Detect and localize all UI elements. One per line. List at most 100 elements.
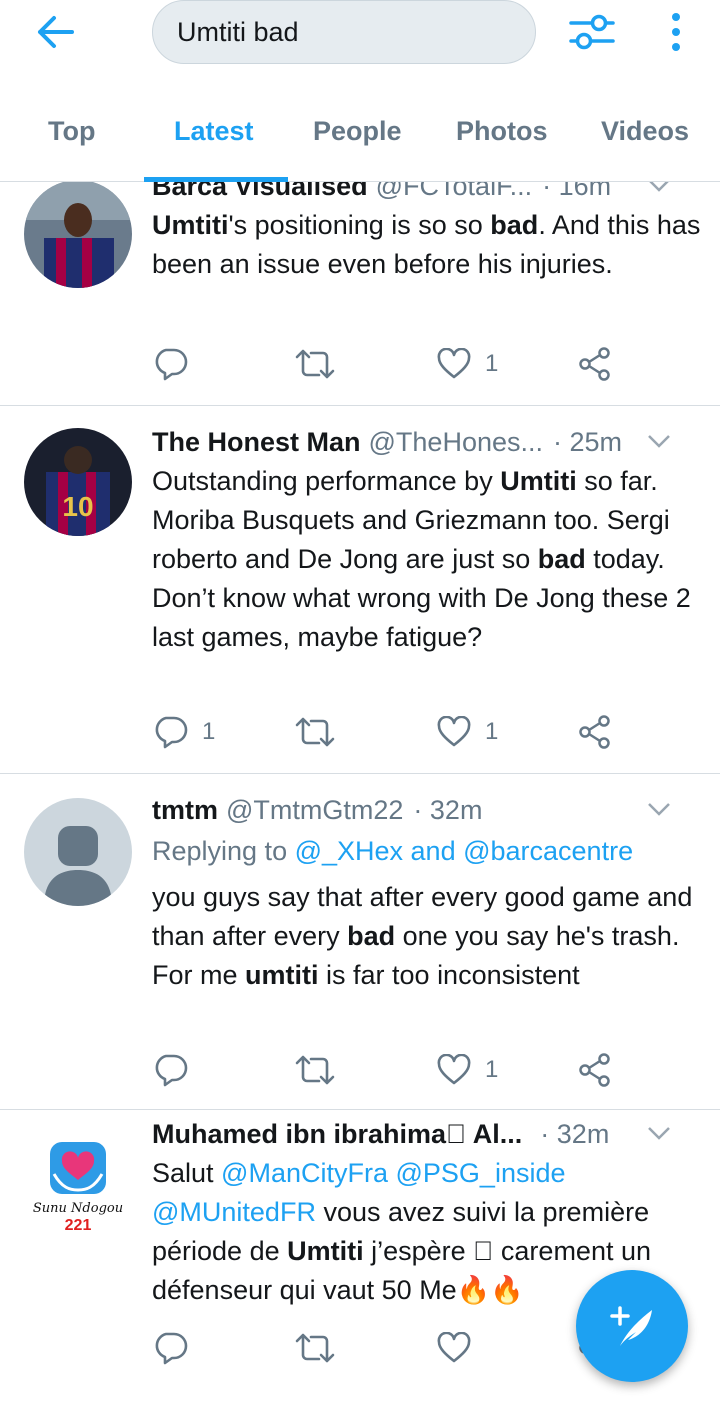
text-segment — [388, 1158, 396, 1188]
share-button[interactable] — [578, 1050, 612, 1090]
tweet[interactable]: 10 The Honest Man @TheHones... · 25m Out… — [0, 406, 720, 774]
highlighted-keyword: bad — [347, 921, 396, 951]
like-count: 1 — [485, 1056, 499, 1083]
chevron-down-icon[interactable] — [646, 428, 672, 454]
tweet-actions: 1 — [152, 1050, 622, 1090]
retweet-icon — [295, 1055, 335, 1085]
reply-count: 1 — [202, 718, 216, 745]
like-icon — [437, 1332, 471, 1363]
tweet-text: Outstanding performance by Umtiti so far… — [152, 462, 702, 657]
timestamp: · 16m — [542, 182, 612, 201]
filter-sliders-icon[interactable] — [566, 8, 618, 56]
text-segment: 's positioning is so so — [228, 210, 491, 240]
retweet-icon — [295, 1333, 335, 1363]
tweet-text: Umtiti's positioning is so so bad. And t… — [152, 206, 702, 284]
chevron-down-icon[interactable] — [646, 796, 672, 822]
like-button[interactable]: 1 — [437, 1050, 498, 1090]
search-input[interactable]: Umtiti bad — [152, 0, 536, 64]
avatar[interactable]: Sunu Ndogou 221 — [24, 1134, 132, 1242]
top-bar: Umtiti bad Top Latest People Photos Vide… — [0, 0, 720, 182]
user-handle: @TmtmGtm22 — [226, 794, 404, 825]
like-icon — [437, 716, 471, 747]
tweet-header: Barca Visualised @FCTotalF... · 16m — [152, 182, 700, 204]
tab-videos[interactable]: Videos — [601, 116, 689, 147]
svg-text:10: 10 — [62, 491, 93, 522]
text-segment: Salut — [152, 1158, 222, 1188]
retweet-button[interactable] — [295, 1328, 335, 1368]
share-icon — [579, 347, 610, 381]
back-arrow-icon[interactable] — [30, 10, 82, 54]
share-icon — [579, 715, 610, 749]
tweet[interactable]: tmtm @TmtmGtm22 · 32m Replying to @_XHex… — [0, 774, 720, 1110]
like-count: 1 — [485, 718, 499, 745]
tweet-header: The Honest Man @TheHones... · 25m — [152, 424, 700, 460]
mention-link[interactable]: @ManCityFra — [221, 1158, 388, 1188]
reply-button[interactable] — [152, 1328, 202, 1368]
retweet-button[interactable] — [295, 344, 335, 384]
replying-to-label: Replying to — [152, 836, 295, 866]
compose-tweet-button[interactable] — [576, 1270, 688, 1382]
tab-top[interactable]: Top — [48, 116, 95, 147]
svg-text:221: 221 — [65, 1217, 92, 1234]
svg-text:Sunu Ndogou: Sunu Ndogou — [33, 1201, 123, 1216]
tweet-text: you guys say that after every good game … — [152, 878, 702, 995]
reply-icon — [155, 348, 188, 381]
reply-button[interactable] — [152, 344, 202, 384]
compose-tweet-icon — [610, 1306, 652, 1346]
highlighted-keyword: bad — [537, 544, 586, 574]
tab-latest[interactable]: Latest — [174, 116, 254, 147]
avatar[interactable] — [24, 182, 132, 288]
timestamp: · 32m — [540, 1118, 610, 1149]
search-query: Umtiti bad — [177, 16, 299, 47]
more-vertical-icon[interactable] — [660, 8, 692, 56]
highlighted-keyword: Umtiti — [152, 210, 229, 240]
display-name[interactable]: Muhamed ibn ibrahima🏽 Al... — [152, 1119, 522, 1150]
display-name[interactable]: The Honest Man — [152, 427, 361, 458]
replying-to-users[interactable]: @_XHex and @barcacentre — [295, 836, 634, 866]
display-name[interactable]: Barca Visualised — [152, 182, 368, 202]
like-button[interactable]: 1 — [437, 712, 498, 752]
retweet-icon — [295, 349, 335, 379]
active-tab-indicator — [144, 177, 288, 182]
mention-link[interactable]: @PSG_inside — [396, 1158, 566, 1188]
display-name[interactable]: tmtm — [152, 795, 218, 826]
retweet-button[interactable] — [295, 1050, 335, 1090]
retweet-button[interactable] — [295, 712, 335, 752]
avatar[interactable] — [24, 798, 132, 906]
tweet-header: tmtm @TmtmGtm22 · 32m — [152, 792, 700, 828]
search-tabs: Top Latest People Photos Videos — [0, 100, 720, 182]
like-count: 1 — [485, 350, 499, 377]
share-button[interactable] — [578, 344, 612, 384]
highlighted-keyword: Umtiti — [287, 1236, 364, 1266]
share-button[interactable] — [578, 712, 612, 752]
tab-photos[interactable]: Photos — [456, 116, 548, 147]
user-handle: @FCTotalF... — [375, 182, 533, 201]
reply-button[interactable]: 1 — [152, 712, 215, 752]
tweet-feed[interactable]: Barca Visualised @FCTotalF... · 16m Umti… — [0, 182, 720, 1401]
text-segment: Outstanding performance by — [152, 466, 501, 496]
user-handle: @TheHones... — [368, 426, 544, 457]
share-icon — [579, 1053, 610, 1087]
highlighted-keyword: bad — [490, 210, 539, 240]
like-button[interactable]: 1 — [437, 344, 498, 384]
tab-people[interactable]: People — [313, 116, 402, 147]
avatar[interactable]: 10 — [24, 428, 132, 536]
reply-icon — [155, 1332, 188, 1365]
tweet-actions — [152, 1328, 622, 1368]
highlighted-keyword: Umtiti — [500, 466, 577, 496]
reply-button[interactable] — [152, 1050, 202, 1090]
tweet-actions: 1 1 — [152, 712, 622, 752]
mention-link[interactable]: @MUnitedFR — [152, 1197, 316, 1227]
tweet-header: Muhamed ibn ibrahima🏽 Al... · 32m — [152, 1116, 700, 1152]
timestamp: · 25m — [553, 426, 623, 457]
reply-icon — [155, 716, 188, 749]
timestamp: · 32m — [413, 794, 483, 825]
chevron-down-icon[interactable] — [646, 182, 672, 198]
chevron-down-icon[interactable] — [646, 1120, 672, 1146]
like-icon — [437, 1054, 471, 1085]
like-icon — [437, 348, 471, 379]
like-button[interactable] — [437, 1328, 485, 1368]
tweet[interactable]: Barca Visualised @FCTotalF... · 16m Umti… — [0, 182, 720, 406]
highlighted-keyword: umtiti — [245, 960, 319, 990]
replying-to: Replying to @_XHex and @barcacentre — [152, 836, 633, 867]
